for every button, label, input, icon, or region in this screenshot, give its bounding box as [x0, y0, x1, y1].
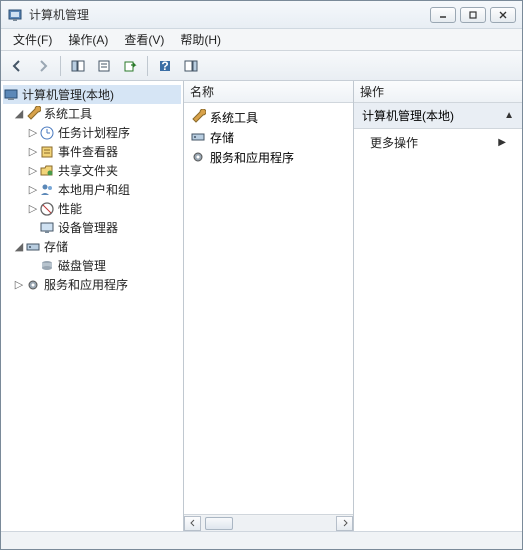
tree-services-apps[interactable]: ▷ 服务和应用程序 [3, 275, 181, 294]
tree-label: 磁盘管理 [58, 257, 106, 274]
storage-icon [25, 239, 41, 255]
gear-icon [190, 149, 206, 165]
tree-local-users[interactable]: ▷ 本地用户和组 [3, 180, 181, 199]
back-button[interactable] [5, 54, 29, 78]
list-item-system-tools[interactable]: 系统工具 [186, 107, 351, 127]
scroll-thumb[interactable] [205, 517, 233, 530]
tree-label: 本地用户和组 [58, 181, 130, 198]
menu-view[interactable]: 查看(V) [116, 29, 172, 50]
close-button[interactable] [490, 7, 516, 23]
list-pane: 名称 系统工具 存储 服务和应用程序 [184, 81, 354, 531]
wrench-icon [190, 109, 206, 125]
wrench-icon [25, 106, 41, 122]
maximize-button[interactable] [460, 7, 486, 23]
minimize-button[interactable] [430, 7, 456, 23]
expand-icon[interactable]: ▷ [27, 145, 39, 158]
tree-label: 任务计划程序 [58, 124, 130, 141]
storage-icon [190, 129, 206, 145]
app-icon [7, 7, 23, 23]
tree-task-scheduler[interactable]: ▷ 任务计划程序 [3, 123, 181, 142]
tree-label: 计算机管理(本地) [22, 86, 114, 103]
tree-shared-folders[interactable]: ▷ 共享文件夹 [3, 161, 181, 180]
expand-icon[interactable]: ▷ [27, 202, 39, 215]
disk-icon [39, 258, 55, 274]
list-item-storage[interactable]: 存储 [186, 127, 351, 147]
expand-icon[interactable]: ▷ [27, 183, 39, 196]
tree-label: 设备管理器 [58, 219, 118, 236]
actions-pane-button[interactable] [179, 54, 203, 78]
tree-performance[interactable]: ▷ 性能 [3, 199, 181, 218]
tree-system-tools[interactable]: ◢ 系统工具 [3, 104, 181, 123]
collapse-icon[interactable]: ▲ [504, 110, 514, 121]
title-bar: 计算机管理 [1, 1, 522, 29]
folder-share-icon [39, 163, 55, 179]
expand-icon[interactable]: ▷ [27, 164, 39, 177]
collapse-icon[interactable]: ◢ [13, 107, 25, 120]
tree-label: 服务和应用程序 [44, 276, 128, 293]
tree-device-manager[interactable]: 设备管理器 [3, 218, 181, 237]
event-icon [39, 144, 55, 160]
action-more[interactable]: 更多操作 ▶ [354, 129, 522, 156]
actions-header: 操作 [354, 81, 522, 103]
clock-icon [39, 125, 55, 141]
computer-icon [3, 87, 19, 103]
tree-label: 存储 [44, 238, 68, 255]
navigation-tree: 计算机管理(本地) ◢ 系统工具 ▷ 任务计划程序 ▷ 事件查看器 ▷ 共享文件… [1, 81, 183, 298]
action-label: 更多操作 [370, 134, 418, 151]
collapse-icon[interactable]: ◢ [13, 240, 25, 253]
tree-label: 性能 [58, 200, 82, 217]
actions-pane: 操作 计算机管理(本地) ▲ 更多操作 ▶ [354, 81, 522, 531]
actions-context-header: 计算机管理(本地) ▲ [354, 103, 522, 129]
menu-help[interactable]: 帮助(H) [172, 29, 229, 50]
scroll-left-button[interactable] [184, 516, 201, 531]
toolbar-separator [60, 56, 61, 76]
users-icon [39, 182, 55, 198]
list-item-label: 服务和应用程序 [210, 149, 294, 166]
tree-disk-management[interactable]: 磁盘管理 [3, 256, 181, 275]
list-item-services-apps[interactable]: 服务和应用程序 [186, 147, 351, 167]
expand-icon[interactable]: ▷ [13, 278, 25, 291]
tree-label: 共享文件夹 [58, 162, 118, 179]
forward-button[interactable] [31, 54, 55, 78]
column-header-name[interactable]: 名称 [184, 81, 353, 103]
expand-icon[interactable]: ▷ [27, 126, 39, 139]
menu-bar: 文件(F) 操作(A) 查看(V) 帮助(H) [1, 29, 522, 51]
device-icon [39, 220, 55, 236]
show-hide-tree-button[interactable] [66, 54, 90, 78]
tree-label: 系统工具 [44, 105, 92, 122]
window-title: 计算机管理 [29, 6, 430, 23]
tree-root[interactable]: 计算机管理(本地) [3, 85, 181, 104]
actions-context-label: 计算机管理(本地) [362, 107, 454, 124]
tree-event-viewer[interactable]: ▷ 事件查看器 [3, 142, 181, 161]
performance-icon [39, 201, 55, 217]
list-item-label: 系统工具 [210, 109, 258, 126]
tree-storage[interactable]: ◢ 存储 [3, 237, 181, 256]
export-button[interactable] [118, 54, 142, 78]
help-button[interactable]: ? [153, 54, 177, 78]
svg-text:?: ? [161, 59, 168, 73]
horizontal-scrollbar[interactable] [184, 514, 353, 531]
list-item-label: 存储 [210, 129, 234, 146]
scroll-right-button[interactable] [336, 516, 353, 531]
chevron-right-icon: ▶ [498, 137, 506, 148]
properties-button[interactable] [92, 54, 116, 78]
toolbar-separator [147, 56, 148, 76]
tree-label: 事件查看器 [58, 143, 118, 160]
gear-icon [25, 277, 41, 293]
menu-file[interactable]: 文件(F) [5, 29, 60, 50]
main-area: 计算机管理(本地) ◢ 系统工具 ▷ 任务计划程序 ▷ 事件查看器 ▷ 共享文件… [1, 81, 522, 531]
toolbar: ? [1, 51, 522, 81]
menu-action[interactable]: 操作(A) [60, 29, 116, 50]
status-bar [1, 531, 522, 549]
tree-pane: 计算机管理(本地) ◢ 系统工具 ▷ 任务计划程序 ▷ 事件查看器 ▷ 共享文件… [1, 81, 184, 531]
scroll-track[interactable] [201, 516, 336, 531]
list-body: 系统工具 存储 服务和应用程序 [184, 103, 353, 514]
